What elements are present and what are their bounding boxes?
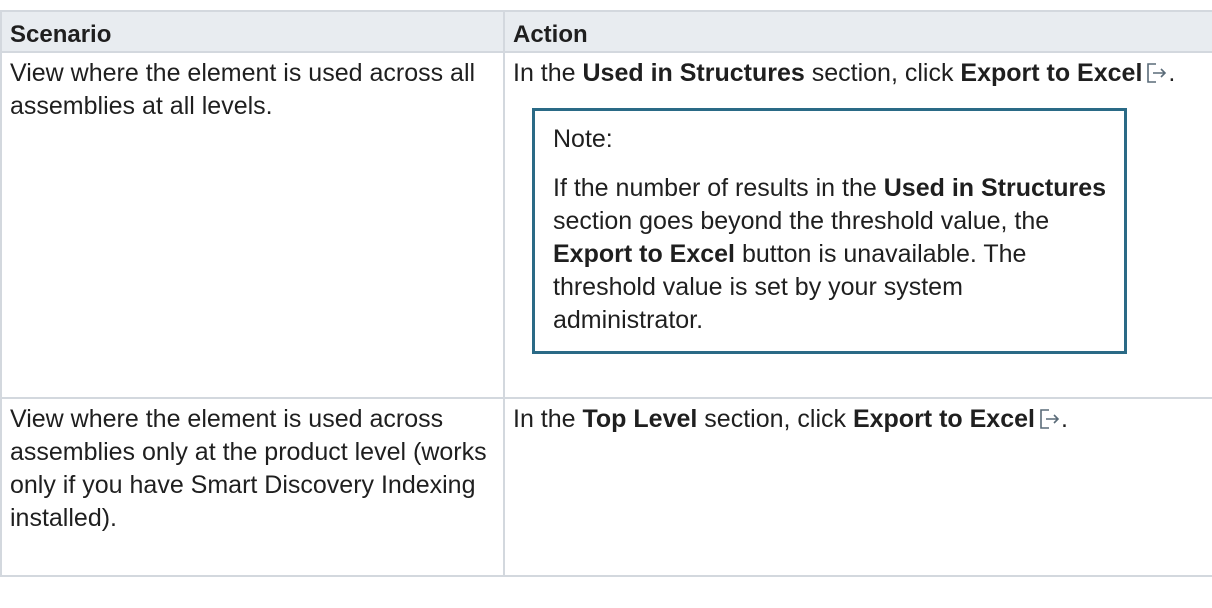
action-text-prefix: In the	[513, 59, 583, 87]
action-text-middle: section, click	[697, 405, 853, 433]
scenario-cell: View where the element is used across al…	[0, 51, 505, 399]
table-row: View where the element is used across al…	[0, 51, 1212, 399]
note-bold-used-in-structures: Used in Structures	[883, 174, 1107, 202]
export-to-excel-label: Export to Excel	[852, 405, 1035, 433]
section-name-top-level: Top Level	[582, 405, 698, 433]
export-icon	[1146, 62, 1168, 84]
section-name-used-in-structures: Used in Structures	[582, 59, 805, 87]
note-text-part: section goes beyond the threshold value,…	[553, 207, 1050, 235]
action-text-middle: section, click	[804, 59, 961, 87]
scenario-action-table: Scenario Action View where the element i…	[0, 10, 1212, 577]
header-scenario: Scenario	[0, 10, 505, 53]
note-bold-export-to-excel: Export to Excel	[553, 240, 735, 268]
export-icon	[1039, 408, 1061, 430]
table-header-row: Scenario Action	[0, 10, 1212, 53]
table-row: View where the element is used across as…	[0, 397, 1212, 577]
action-cell: In the Used in Structures section, click…	[503, 51, 1212, 399]
header-action: Action	[503, 10, 1212, 53]
action-text-suffix: .	[1168, 59, 1176, 87]
export-to-excel-label: Export to Excel	[960, 59, 1143, 87]
action-cell: In the Top Level section, click Export t…	[503, 397, 1212, 577]
note-box: Note: If the number of results in the Us…	[532, 108, 1127, 354]
action-text-suffix: .	[1060, 405, 1068, 433]
note-text: If the number of results in the Used in …	[553, 172, 1106, 337]
scenario-cell: View where the element is used across as…	[0, 397, 505, 577]
note-title: Note:	[553, 125, 613, 153]
action-text-prefix: In the	[513, 405, 583, 433]
note-text-part: If the number of results in the	[553, 174, 884, 202]
